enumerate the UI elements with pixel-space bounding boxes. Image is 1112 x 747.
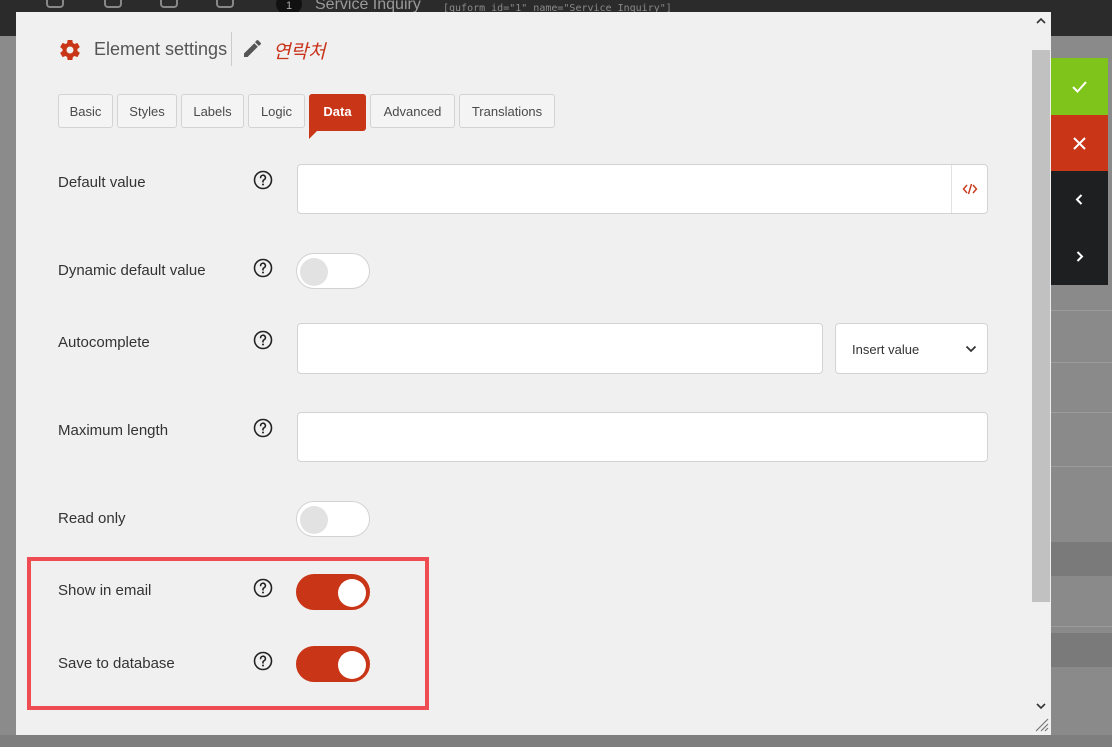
- tab-styles[interactable]: Styles: [117, 94, 177, 128]
- tab-advanced[interactable]: Advanced: [370, 94, 455, 128]
- autocomplete-input[interactable]: [297, 323, 823, 374]
- autocomplete-label: Autocomplete: [58, 334, 150, 351]
- check-icon: [1072, 81, 1087, 93]
- previous-button[interactable]: [1051, 171, 1108, 228]
- tab-labels[interactable]: Labels: [181, 94, 244, 128]
- resize-grip-icon[interactable]: [1033, 716, 1049, 732]
- header-divider: [231, 32, 232, 66]
- read-only-toggle[interactable]: [296, 501, 370, 537]
- modal-header: Element settings 연락처: [16, 12, 1032, 88]
- chevron-right-icon: [1076, 251, 1084, 262]
- help-icon[interactable]: [253, 170, 273, 190]
- next-button[interactable]: [1051, 228, 1108, 285]
- modal-title: Element settings: [94, 39, 228, 59]
- maximum-length-input[interactable]: [297, 412, 988, 462]
- scroll-up-icon[interactable]: [1035, 15, 1047, 27]
- element-name[interactable]: 연락처: [273, 37, 325, 64]
- tab-basic[interactable]: Basic: [58, 94, 113, 128]
- code-button[interactable]: [951, 165, 987, 213]
- cancel-button[interactable]: [1051, 115, 1108, 172]
- background-left-panel: [0, 36, 16, 747]
- close-icon: [1073, 137, 1086, 150]
- help-icon[interactable]: [253, 418, 273, 438]
- menu-icon: [46, 0, 64, 8]
- tab-translations[interactable]: Translations: [459, 94, 555, 128]
- background-bottom: [0, 735, 1112, 747]
- dynamic-default-value-toggle[interactable]: [296, 253, 370, 289]
- modal-scrollbar[interactable]: [1031, 12, 1051, 735]
- scroll-thumb[interactable]: [1032, 50, 1050, 602]
- gear-icon: [60, 40, 80, 61]
- add-icon: [160, 0, 178, 8]
- confirm-button[interactable]: [1051, 58, 1108, 115]
- pencil-icon[interactable]: [242, 39, 262, 59]
- chevron-down-icon: [965, 345, 977, 353]
- tab-data[interactable]: Data: [309, 94, 366, 139]
- upload-icon: [216, 0, 234, 8]
- dynamic-default-value-label: Dynamic default value: [58, 262, 206, 279]
- default-value-label: Default value: [58, 174, 146, 191]
- chevron-left-icon: [1075, 194, 1083, 205]
- code-icon: [962, 183, 978, 195]
- help-icon[interactable]: [253, 258, 273, 278]
- read-only-label: Read only: [58, 510, 126, 527]
- tab-logic[interactable]: Logic: [248, 94, 305, 128]
- insert-value-select-text: Insert value: [852, 342, 920, 357]
- scroll-down-icon[interactable]: [1035, 700, 1047, 712]
- side-action-panel: [1051, 58, 1108, 285]
- highlight-box: [27, 557, 429, 710]
- help-icon[interactable]: [253, 330, 273, 350]
- default-value-input[interactable]: [297, 164, 988, 214]
- folder-icon: [104, 0, 122, 8]
- insert-value-select[interactable]: Insert value: [835, 323, 988, 374]
- maximum-length-label: Maximum length: [58, 422, 169, 439]
